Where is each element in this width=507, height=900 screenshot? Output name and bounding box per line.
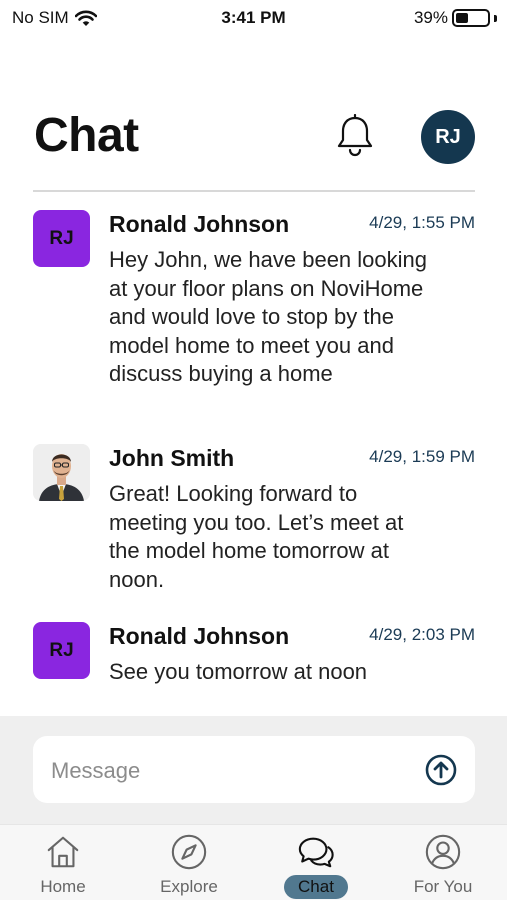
avatar: RJ [33,622,90,679]
message-text: See you tomorrow at noon [109,659,368,684]
status-right: 39% [414,8,497,28]
message-text: Great! Looking forward to meeting you to… [109,481,404,592]
header-divider [33,190,475,192]
message-text: Hey John, we have been looking at your f… [109,247,427,387]
battery-nub [494,14,497,22]
composer-area [0,716,507,824]
message-item: RJ Ronald Johnson 4/29, 1:55 PM Hey John… [33,210,475,420]
page-title: Chat [34,109,139,162]
tab-label: Chat [284,875,348,899]
tab-chat[interactable]: Chat [261,833,371,899]
send-arrow-icon[interactable] [425,754,457,786]
sender-name: Ronald Johnson [109,211,290,237]
message-input[interactable] [51,758,391,784]
message-item: John Smith 4/29, 1:59 PM Great! Looking … [33,444,475,594]
message-box [33,736,475,803]
tab-home[interactable]: Home [8,833,118,899]
compass-icon [171,834,207,870]
status-bar: No SIM 3:41 PM 39% [0,0,507,36]
tab-bar: Home Explore Chat For You [0,824,507,900]
message-time: 4/29, 2:03 PM [369,625,475,644]
chat-bubbles-icon [298,837,334,868]
tab-explore[interactable]: Explore [134,833,244,899]
tab-label: Explore [160,877,218,896]
message-time: 4/29, 1:59 PM [369,447,475,466]
sender-name: Ronald Johnson [109,623,290,649]
avatar: RJ [33,210,90,267]
bell-icon[interactable] [334,114,376,158]
tab-for-you[interactable]: For You [388,833,498,899]
tab-label: Home [40,877,86,896]
battery-percent: 39% [413,8,448,27]
message-item: RJ Ronald Johnson 4/29, 2:03 PM See you … [33,622,475,702]
person-photo-icon [33,444,90,501]
battery-icon [452,9,490,27]
profile-photo [33,444,90,501]
battery-fill [456,13,468,23]
tab-label: For You [413,877,473,896]
sender-name: John Smith [109,445,235,471]
user-avatar-button[interactable]: RJ [421,110,475,164]
person-icon [425,834,461,870]
home-icon [47,836,79,868]
message-time: 4/29, 1:55 PM [369,213,475,232]
